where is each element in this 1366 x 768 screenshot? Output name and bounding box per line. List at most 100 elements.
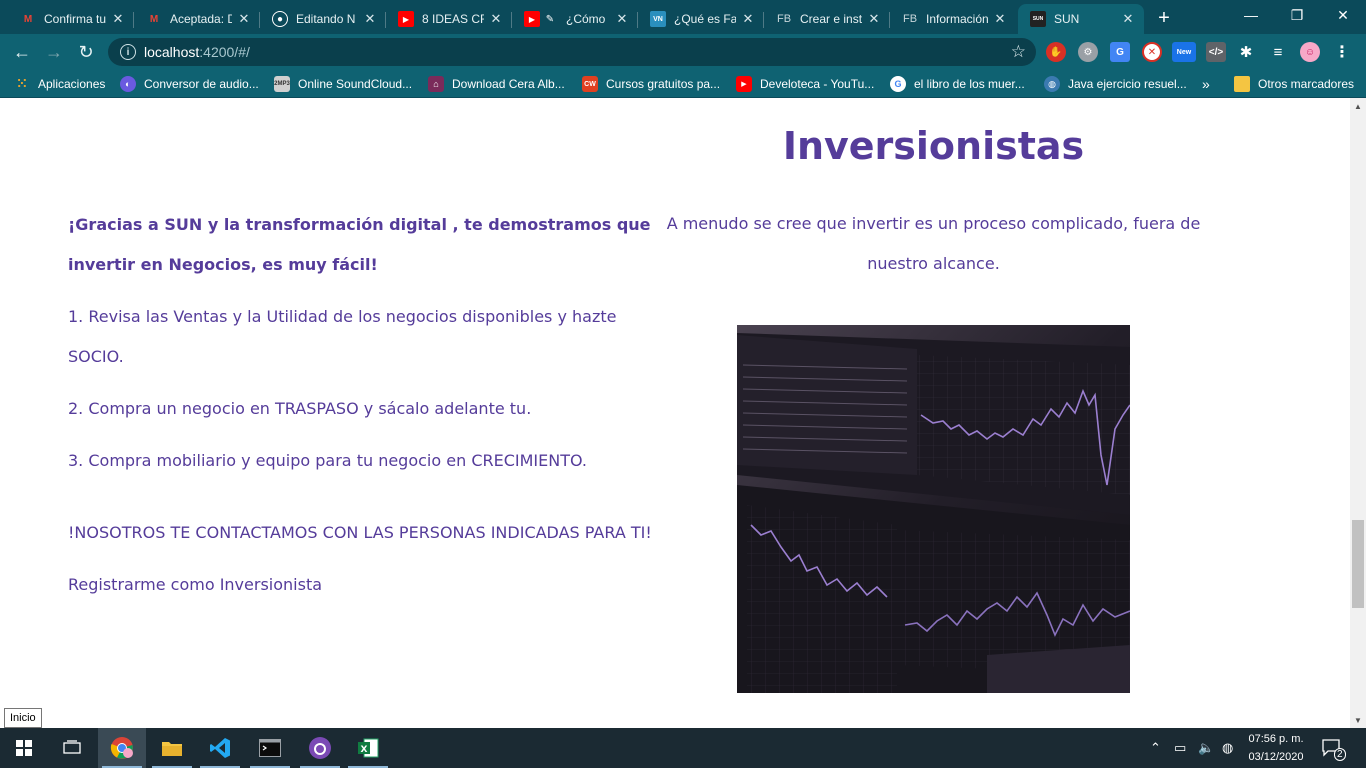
back-button[interactable]: ← [8, 38, 36, 66]
close-icon[interactable]: ✕ [866, 11, 882, 27]
battery-icon[interactable]: ▭ [1174, 728, 1186, 768]
pencil-icon: ✎ [545, 13, 555, 25]
extension-gear-icon[interactable]: ⚙ [1078, 42, 1098, 62]
youtube-icon: ▶ [398, 11, 414, 27]
page-viewport: ¡Gracias a SUN y la transformación digit… [0, 98, 1350, 728]
tab-6[interactable]: FB Crear e inst ✕ [764, 4, 890, 34]
taskbar-vscode[interactable] [196, 728, 244, 768]
tab-7[interactable]: FB Información ✕ [890, 4, 1016, 34]
bookmarks-overflow-button[interactable]: » [1202, 74, 1210, 94]
bookmark-label: » [1202, 76, 1210, 92]
taskbar-github-desktop[interactable] [296, 728, 344, 768]
taskbar-chrome[interactable] [98, 728, 146, 768]
tab-5[interactable]: VN ¿Qué es Fac ✕ [638, 4, 764, 34]
scroll-down-arrow-icon[interactable]: ▼ [1350, 712, 1366, 728]
taskbar-file-explorer[interactable] [148, 728, 196, 768]
bookmark-soundcloud[interactable]: 2MP3 Online SoundCloud... [274, 74, 412, 94]
extension-new-icon[interactable]: New [1172, 42, 1196, 62]
step-1: 1. Revisa las Ventas y la Utilidad de lo… [68, 307, 617, 366]
bookmark-java[interactable]: ◍ Java ejercicio resuel... [1044, 74, 1187, 94]
notifications-button[interactable]: 2 [1322, 728, 1346, 768]
github-desktop-icon [309, 737, 331, 759]
network-globe-icon[interactable]: ◍ [1222, 728, 1233, 768]
close-icon[interactable]: ✕ [236, 11, 252, 27]
tab-0[interactable]: M Confirma tu ✕ [8, 4, 134, 34]
maximize-button[interactable]: ❐ [1274, 0, 1320, 30]
excel-icon: X [358, 738, 379, 758]
chrome-icon [110, 737, 133, 759]
windows-logo-icon [16, 740, 32, 756]
extensions-puzzle-icon[interactable]: ✱ [1236, 42, 1256, 62]
close-icon[interactable]: ✕ [1120, 11, 1136, 27]
close-icon[interactable]: ✕ [740, 11, 756, 27]
profile-avatar[interactable]: ☺ [1300, 42, 1320, 62]
minimize-button[interactable]: — [1228, 0, 1274, 30]
reload-button[interactable]: ↻ [72, 38, 100, 66]
menu-kebab-icon[interactable]: ⋮ [1332, 42, 1352, 62]
bookmark-cera-album[interactable]: ⌂ Download Cera Alb... [428, 74, 565, 94]
tab-1[interactable]: M Aceptada: D ✕ [134, 4, 260, 34]
extension-stop-icon[interactable]: ✋ [1046, 42, 1066, 62]
url-host: localhost [144, 44, 200, 60]
extension-translate-icon[interactable]: G [1110, 42, 1130, 62]
tab-8-active[interactable]: SUN SUN ✕ [1018, 4, 1144, 34]
window-close-button[interactable]: ✕ [1320, 0, 1366, 30]
tab-title: Editando N [296, 12, 356, 26]
extension-code-icon[interactable]: </> [1206, 42, 1226, 62]
clock-date: 03/12/2020 [1248, 751, 1304, 763]
register-link[interactable]: Registrarme como Inversionista [68, 565, 658, 605]
info-icon[interactable]: i [120, 44, 136, 60]
close-icon[interactable]: ✕ [110, 11, 126, 27]
tab-title: 8 IDEAS CR [422, 12, 484, 26]
bookmark-other[interactable]: Otros marcadores [1234, 74, 1354, 94]
bookmark-label: Download Cera Alb... [452, 77, 565, 91]
svg-text:X: X [361, 745, 368, 755]
converter-icon: ◐ [120, 76, 136, 92]
tab-2[interactable]: ● Editando N ✕ [260, 4, 386, 34]
close-icon[interactable]: ✕ [614, 11, 630, 27]
volume-icon[interactable]: 🔈 [1198, 728, 1214, 768]
browser-toolbar: ← → ↻ i localhost:4200/#/ ☆ ✋ ⚙ G ✕ New … [0, 34, 1366, 70]
tray-overflow-icon[interactable]: ⌃ [1150, 728, 1161, 768]
apps-grid-icon: ⁙ [16, 76, 28, 91]
system-clock[interactable]: 07:56 p. m. 03/12/2020 [1240, 730, 1312, 766]
close-icon[interactable]: ✕ [362, 11, 378, 27]
tab-title: Aceptada: D [170, 12, 232, 26]
sun-icon: SUN [1030, 11, 1046, 27]
bookmark-free-courses[interactable]: CW Cursos gratuitos pa... [582, 74, 720, 94]
tab-4[interactable]: ▶ ✎ ¿Cómo ✕ [512, 4, 638, 34]
taskbar-terminal[interactable] [246, 728, 294, 768]
intro-text: A menudo se cree que invertir es un proc… [666, 214, 1201, 273]
forward-button[interactable]: → [40, 38, 68, 66]
close-icon[interactable]: ✕ [992, 11, 1008, 27]
bookmark-star-icon[interactable]: ☆ [1011, 42, 1026, 62]
extension-block-icon[interactable]: ✕ [1142, 42, 1162, 62]
tab-3[interactable]: ▶ 8 IDEAS CR ✕ [386, 4, 512, 34]
clock-time: 07:56 p. m. [1248, 733, 1304, 745]
gmail-icon: M [23, 13, 33, 25]
page-title: Inversionistas [782, 124, 1085, 168]
bookmark-book[interactable]: G el libro de los muer... [890, 74, 1025, 94]
fb-icon: FB [902, 13, 918, 25]
youtube-icon: ▶ [736, 76, 752, 92]
task-view-button[interactable] [48, 728, 96, 768]
soundcloud-icon: 2MP3 [274, 76, 290, 92]
page-scrollbar[interactable]: ▲ ▼ [1350, 98, 1366, 728]
bookmark-apps[interactable]: ⁙ Aplicaciones [14, 74, 106, 94]
address-bar[interactable]: i localhost:4200/#/ ☆ [108, 38, 1036, 66]
media-control-icon[interactable]: ≡ [1268, 42, 1288, 62]
scroll-thumb[interactable] [1352, 520, 1364, 608]
bookmark-develoteca[interactable]: ▶ Develoteca - YouTu... [736, 74, 874, 94]
contact-text: !NOSOTROS TE CONTACTAMOS CON LAS PERSONA… [68, 523, 652, 542]
scroll-up-arrow-icon[interactable]: ▲ [1350, 98, 1366, 114]
bookmark-audio-converter[interactable]: ◐ Conversor de audio... [120, 74, 259, 94]
gmail-icon: M [149, 13, 159, 25]
folder-icon [1234, 76, 1250, 92]
new-tab-button[interactable]: + [1150, 6, 1178, 30]
fb-icon: FB [776, 13, 792, 25]
taskbar-excel[interactable]: X [344, 728, 392, 768]
close-icon[interactable]: ✕ [488, 11, 504, 27]
bookmark-label: Develoteca - YouTu... [760, 77, 875, 91]
start-button[interactable] [0, 728, 48, 768]
tab-title: SUN [1054, 12, 1080, 26]
